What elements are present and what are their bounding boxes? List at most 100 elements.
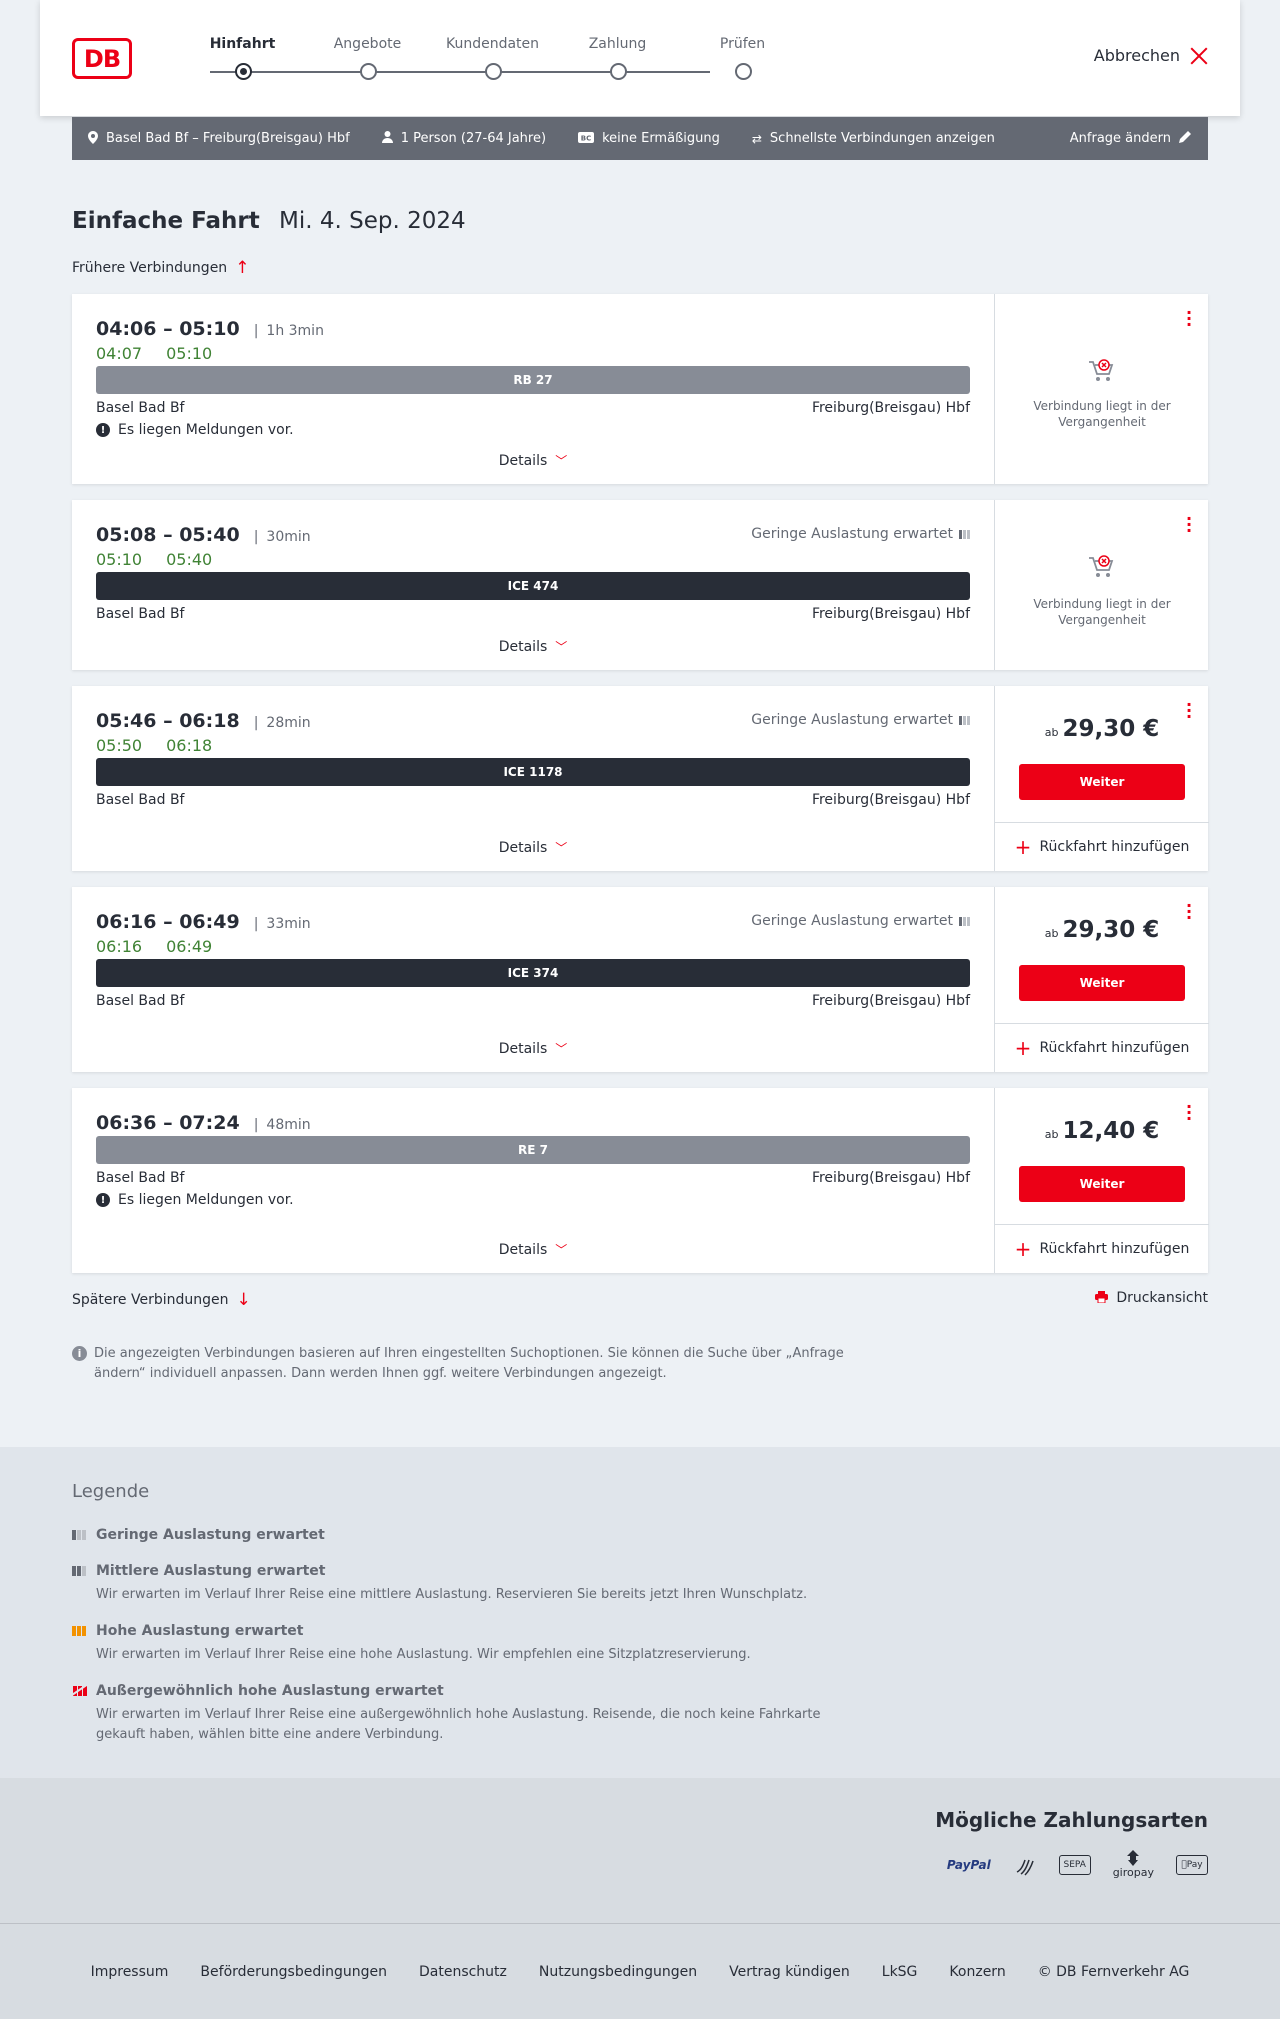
cancel-label: Abbrechen — [1093, 46, 1180, 65]
details-label: Details — [498, 1242, 548, 1258]
location-pin-icon — [88, 130, 98, 147]
earlier-connections-link[interactable]: Frühere Verbindungen ↑ — [72, 258, 249, 278]
footer-link-impressum[interactable]: Impressum — [91, 1964, 169, 1980]
realtime-times: 05:10 05:40 — [96, 550, 212, 569]
offer-panel: · · · ab 29,30 € Weiter + Rückfahrt hinzufü… — [994, 686, 1209, 871]
offer-panel: · · · ab 29,30 € Weiter + Rückfahrt hinzufü… — [994, 887, 1209, 1072]
duration: 28min — [266, 715, 311, 731]
occupancy-low-icon — [959, 916, 970, 926]
later-connections-link[interactable]: Spätere Verbindungen ↓ — [72, 1290, 251, 1310]
step-angebote[interactable]: Angebote — [305, 0, 430, 116]
step-label: Kundendaten — [445, 36, 540, 52]
giropay-label: giropay — [1112, 1866, 1154, 1879]
query-fastest: ⇄ Schnellste Verbindungen anzeigen — [752, 131, 995, 146]
connection-times: 06:36 – 07:24 | 48min — [96, 1112, 311, 1134]
add-return-trip-button[interactable]: + Rückfahrt hinzufügen — [995, 822, 1209, 870]
connection-times: 05:08 – 05:40 | 30min — [96, 524, 311, 546]
legend-item-medium: Mittlere Auslastung erwartet Wir erwarte… — [72, 1563, 872, 1605]
step-pruefen[interactable]: Prüfen — [680, 0, 805, 116]
step-hinfahrt[interactable]: Hinfahrt — [180, 0, 305, 116]
details-toggle[interactable]: Details ﹀ — [72, 1241, 994, 1258]
change-query-button[interactable]: Anfrage ändern — [1070, 130, 1192, 147]
details-toggle[interactable]: Details ﹀ — [72, 1040, 994, 1057]
legend-item-low: Geringe Auslastung erwartet — [72, 1527, 872, 1543]
destination-station: Freiburg(Breisgau) Hbf — [811, 1170, 970, 1186]
occupancy-low-icon — [959, 715, 970, 725]
footer-link-konzern[interactable]: Konzern — [949, 1964, 1005, 1980]
train-bar[interactable]: RB 27 — [96, 366, 970, 394]
footer-link-befoerderungsbedingungen[interactable]: Beförderungsbedingungen — [200, 1964, 387, 1980]
details-label: Details — [498, 453, 548, 469]
step-dot — [360, 63, 377, 80]
offer-panel: · · · Verbindung liegt in der Vergangenhei… — [994, 294, 1208, 484]
occupancy-info: Geringe Auslastung erwartet — [751, 712, 970, 728]
more-options-icon[interactable]: · · · — [1186, 511, 1192, 539]
printer-icon — [1095, 1290, 1109, 1306]
db-logo[interactable]: DB — [72, 38, 132, 79]
realtime-arrival: 06:18 — [166, 736, 213, 755]
separator: | — [253, 529, 259, 545]
realtime-departure: 05:50 — [96, 736, 143, 755]
destination-station: Freiburg(Breisgau) Hbf — [811, 400, 970, 416]
chevron-down-icon: ﹀ — [555, 1243, 568, 1257]
separator: | — [253, 1117, 259, 1133]
close-icon — [1190, 47, 1208, 65]
earlier-label: Frühere Verbindungen — [72, 260, 228, 276]
bahncard-icon: BC — [578, 131, 595, 146]
giropay-icon: giropay — [1113, 1850, 1154, 1879]
footer-link-lksg[interactable]: LkSG — [882, 1964, 918, 1980]
add-return-label: Rückfahrt hinzufügen — [1039, 838, 1190, 855]
occupancy-very-high-icon — [71, 1683, 89, 1700]
continue-button[interactable]: Weiter — [1019, 965, 1185, 1001]
occupancy-medium-icon — [72, 1566, 86, 1576]
details-toggle[interactable]: Details ﹀ — [72, 452, 994, 469]
query-discount-text: keine Ermäßigung — [602, 131, 720, 146]
train-bar[interactable]: ICE 474 — [96, 572, 970, 600]
alert-icon: ! — [96, 423, 110, 437]
add-return-trip-button[interactable]: + Rückfahrt hinzufügen — [995, 1224, 1209, 1272]
legend-item-title: Hohe Auslastung erwartet — [96, 1623, 304, 1639]
connection-times: 05:46 – 06:18 | 28min — [96, 710, 311, 732]
footer-link-nutzungsbedingungen[interactable]: Nutzungsbedingungen — [539, 1964, 697, 1980]
connection-times: 04:06 – 05:10 | 1h 3min — [96, 318, 324, 340]
svg-text:BC: BC — [581, 134, 591, 142]
step-zahlung[interactable]: Zahlung — [555, 0, 680, 116]
price-prefix: ab — [1044, 927, 1059, 940]
train-bar[interactable]: ICE 1178 — [96, 758, 970, 786]
realtime-departure: 06:16 — [96, 937, 143, 956]
legend-item-very-high: Außergewöhnlich hohe Auslastung erwartet… — [71, 1683, 872, 1745]
occupancy-text: Geringe Auslastung erwartet — [751, 526, 953, 542]
stations: Basel Bad Bf Freiburg(Breisgau) Hbf — [96, 1170, 970, 1186]
booking-header: DB Hinfahrt Angebote Kundendaten Zahlung… — [40, 0, 1240, 116]
duration: 30min — [266, 529, 311, 545]
message-notice: ! Es liegen Meldungen vor. — [96, 1192, 294, 1208]
legend-item-title: Außergewöhnlich hohe Auslastung erwartet — [96, 1683, 444, 1699]
sepa-label: SEPA — [1058, 1854, 1091, 1875]
connection-card: 06:36 – 07:24 | 48min RE 7 Basel Bad Bf … — [72, 1088, 1209, 1273]
details-toggle[interactable]: Details ﹀ — [72, 839, 994, 856]
connection-info: 05:08 – 05:40 | 30min Geringe Auslastung… — [72, 500, 994, 670]
continue-button[interactable]: Weiter — [1019, 764, 1185, 800]
add-return-trip-button[interactable]: + Rückfahrt hinzufügen — [995, 1023, 1209, 1071]
legend-item-desc: Wir erwarten im Verlauf Ihrer Reise eine… — [96, 1647, 751, 1662]
occupancy-low-icon — [959, 529, 970, 539]
print-view-link[interactable]: Druckansicht — [1095, 1290, 1208, 1306]
swap-arrows-icon: ⇄ — [751, 131, 762, 146]
train-bar[interactable]: RE 7 — [96, 1136, 970, 1164]
continue-button[interactable]: Weiter — [1019, 1166, 1185, 1202]
trip-type: Einfache Fahrt — [72, 208, 260, 234]
train-bar[interactable]: ICE 374 — [96, 959, 970, 987]
footer-link-vertrag-kuendigen[interactable]: Vertrag kündigen — [729, 1964, 850, 1980]
price-prefix: ab — [1044, 1128, 1059, 1141]
more-options-icon[interactable]: · · · — [1186, 305, 1192, 333]
info-icon: i — [72, 1346, 87, 1361]
apple-pay-label: Pay — [1184, 1859, 1203, 1870]
cancel-button[interactable]: Abbrechen — [1094, 46, 1208, 65]
details-label: Details — [498, 1041, 548, 1057]
price: ab 29,30 € — [995, 716, 1209, 742]
destination-station: Freiburg(Breisgau) Hbf — [811, 792, 970, 808]
planned-times: 06:16 – 06:49 — [96, 911, 240, 933]
step-kundendaten[interactable]: Kundendaten — [430, 0, 555, 116]
details-toggle[interactable]: Details ﹀ — [72, 638, 994, 655]
footer-link-datenschutz[interactable]: Datenschutz — [419, 1964, 507, 1980]
